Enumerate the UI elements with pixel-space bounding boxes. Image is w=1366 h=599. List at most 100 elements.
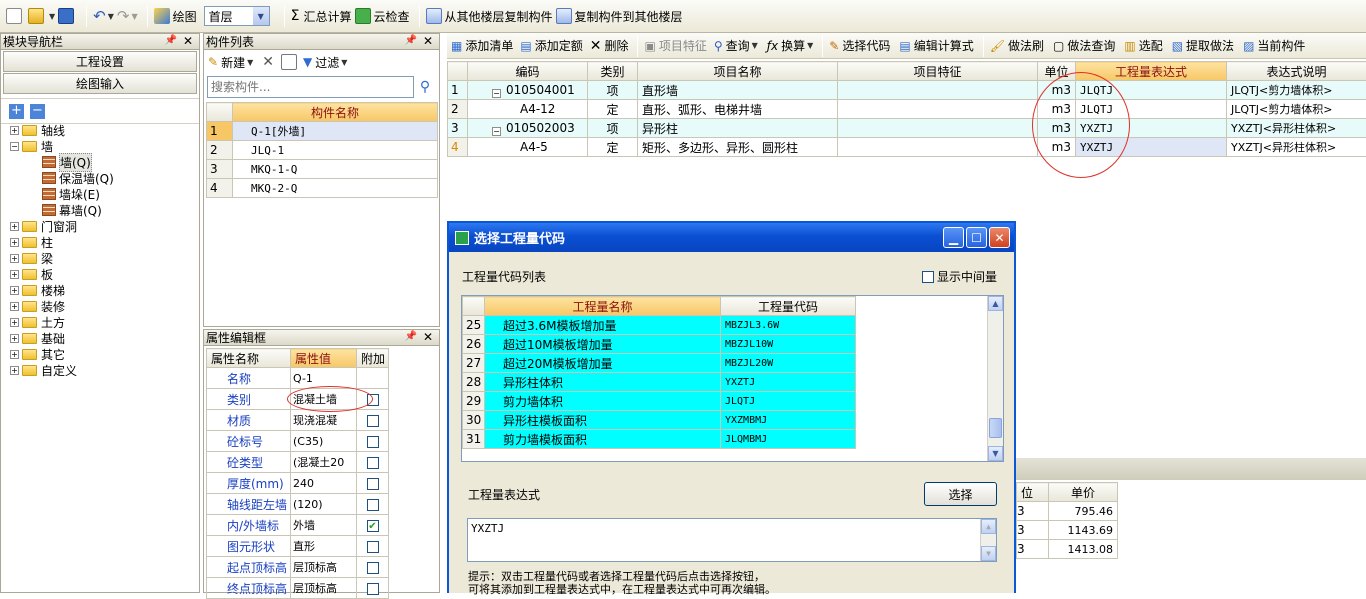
extra-checkbox[interactable] (367, 457, 379, 469)
table-row[interactable]: 26超过10M模板增加量MBZJL10W (463, 335, 856, 354)
add-list-button[interactable]: ▦添加清单 (451, 34, 513, 58)
item-name-cell[interactable]: 矩形、多边形、异形、圆形柱 (638, 138, 838, 157)
component-name-cell[interactable]: JLQ-1 (233, 141, 438, 160)
select-code-button[interactable]: ✎选择代码 (829, 34, 890, 58)
category-cell[interactable]: 定 (588, 100, 638, 119)
nav-tree-item[interactable]: +板 (4, 266, 194, 282)
maximize-button[interactable]: ☐ (966, 227, 987, 248)
edit-formula-button[interactable]: ▤编辑计算式 (899, 34, 973, 58)
code-cell[interactable]: A4-12 (468, 100, 588, 119)
redo-button[interactable]: ↷▼ (117, 4, 138, 28)
scroll-down-icon[interactable]: ▼ (988, 446, 1003, 461)
extra-checkbox[interactable] (367, 520, 379, 532)
table-row[interactable]: 3MKQ-1-Q (207, 160, 438, 179)
show-mid-check[interactable] (922, 271, 934, 283)
expression-desc-cell[interactable]: JLQTJ<剪力墙体积> (1227, 81, 1366, 100)
quantity-code-cell[interactable]: MBZJL10W (721, 335, 856, 354)
close-icon[interactable]: ✕ (183, 34, 193, 48)
pin-icon[interactable]: 📌 (165, 35, 177, 46)
table-row[interactable]: 29剪力墙体积JLQTJ (463, 392, 856, 411)
quantity-name-cell[interactable]: 超过10M模板增加量 (485, 335, 721, 354)
quantity-code-cell[interactable]: MBZJL20W (721, 354, 856, 373)
price-cell[interactable]: 1143.69 (1049, 521, 1118, 540)
price-cell[interactable]: 1413.08 (1049, 540, 1118, 559)
extra-checkbox[interactable] (367, 478, 379, 490)
nav-tree-item[interactable]: −墙 (4, 138, 194, 154)
copy-component-button[interactable] (281, 50, 300, 74)
quantity-name-cell[interactable]: 剪力墙体积 (485, 392, 721, 411)
pin-icon[interactable]: 📌 (405, 331, 417, 342)
save-button[interactable] (58, 4, 77, 28)
scroll-thumb[interactable] (989, 418, 1002, 438)
table-row[interactable]: 31剪力墙模板面积JLQMBMJ (463, 430, 856, 449)
quantity-name-cell[interactable]: 超过20M模板增加量 (485, 354, 721, 373)
current-component-button[interactable]: ▨当前构件 (1243, 34, 1305, 58)
item-feature-cell[interactable] (838, 119, 1038, 138)
expand-icon[interactable]: + (10, 254, 19, 263)
item-feature-cell[interactable] (838, 100, 1038, 119)
table-row[interactable]: 3−010502003项异形柱m3YXZTJYXZTJ<异形柱体积> (448, 119, 1366, 138)
expression-desc-cell[interactable]: JLQTJ<剪力墙体积> (1227, 100, 1366, 119)
show-mid-checkbox[interactable]: 显示中间量 (922, 268, 997, 285)
table-row[interactable]: 1−010504001项直形墙m3JLQTJJLQTJ<剪力墙体积> (448, 81, 1366, 100)
prop-value[interactable]: 现浇混凝 (291, 410, 357, 431)
prop-value[interactable]: 层顶标高 (291, 557, 357, 578)
expand-icon[interactable]: + (10, 366, 19, 375)
match-button[interactable]: ▥选配 (1124, 34, 1162, 58)
collapse-icon[interactable]: − (10, 142, 19, 151)
expand-icon[interactable]: + (10, 222, 19, 231)
nav-tree-item[interactable]: +梁 (4, 250, 194, 266)
nav-tree-item[interactable]: +土方 (4, 314, 194, 330)
component-name-cell[interactable]: Q-1[外墙] (233, 122, 438, 141)
prop-value[interactable]: (C35) (291, 431, 357, 452)
method-brush-button[interactable]: 🖌做法刷 (990, 34, 1044, 58)
quantity-code-cell[interactable]: YXZMBMJ (721, 411, 856, 430)
expression-desc-cell[interactable]: YXZTJ<异形柱体积> (1227, 138, 1366, 157)
draw-input-button[interactable]: 绘图输入 (3, 73, 197, 94)
convert-button[interactable]: ƒx换算▼ (767, 34, 814, 58)
category-cell[interactable]: 项 (588, 81, 638, 100)
expand-icon[interactable]: + (10, 238, 19, 247)
quantity-code-cell[interactable]: MBZJL3.6W (721, 316, 856, 335)
sum-calc-button[interactable]: Σ汇总计算 (291, 4, 352, 28)
category-cell[interactable]: 项 (588, 119, 638, 138)
scroll-up-icon[interactable]: ▲ (981, 519, 996, 534)
extra-checkbox[interactable] (367, 562, 379, 574)
table-row[interactable]: 1Q-1[外墙] (207, 122, 438, 141)
prop-value[interactable]: (120) (291, 494, 357, 515)
project-settings-button[interactable]: 工程设置 (3, 51, 197, 72)
code-cell[interactable]: −010502003 (468, 119, 588, 138)
expand-icon[interactable]: + (10, 318, 19, 327)
expand-icon[interactable]: + (10, 126, 19, 135)
expand-icon[interactable]: + (10, 302, 19, 311)
search-icon[interactable]: ⚲ (414, 76, 436, 98)
minimize-button[interactable]: ▁ (943, 227, 964, 248)
quantity-name-cell[interactable]: 异形柱模板面积 (485, 411, 721, 430)
scroll-down-icon[interactable]: ▼ (981, 546, 996, 561)
new-component-button[interactable]: ✎新建▼ (208, 50, 253, 74)
code-list-scrollbar[interactable]: ▲ ▼ (987, 296, 1003, 461)
nav-tree-item[interactable]: 保温墙(Q) (4, 170, 194, 186)
table-row[interactable]: 2JLQ-1 (207, 141, 438, 160)
scroll-up-icon[interactable]: ▲ (988, 296, 1003, 311)
prop-value[interactable]: 240 (291, 473, 357, 494)
item-feature-cell[interactable] (838, 138, 1038, 157)
table-row[interactable]: 4A4-5定矩形、多边形、异形、圆形柱m3YXZTJYXZTJ<异形柱体积> (448, 138, 1366, 157)
expand-icon[interactable]: + (10, 334, 19, 343)
quantity-name-cell[interactable]: 剪力墙模板面积 (485, 430, 721, 449)
quantity-code-cell[interactable]: JLQMBMJ (721, 430, 856, 449)
collapse-all-icon[interactable]: − (30, 104, 45, 119)
extra-checkbox[interactable] (367, 499, 379, 511)
expression-input[interactable]: YXZTJ ▲ ▼ (467, 518, 997, 562)
table-row[interactable]: 30异形柱模板面积YXZMBMJ (463, 411, 856, 430)
category-cell[interactable]: 定 (588, 138, 638, 157)
code-cell[interactable]: −010504001 (468, 81, 588, 100)
item-feature-cell[interactable] (838, 81, 1038, 100)
nav-tree-item[interactable]: 墙垛(E) (4, 186, 194, 202)
quantity-code-cell[interactable]: YXZTJ (721, 373, 856, 392)
item-name-cell[interactable]: 直形、弧形、电梯井墙 (638, 100, 838, 119)
price-cell[interactable]: 795.46 (1049, 502, 1118, 521)
component-search-input[interactable] (207, 76, 414, 98)
delete-button[interactable]: ✕删除 (590, 34, 629, 58)
pin-icon[interactable]: 📌 (405, 35, 417, 46)
